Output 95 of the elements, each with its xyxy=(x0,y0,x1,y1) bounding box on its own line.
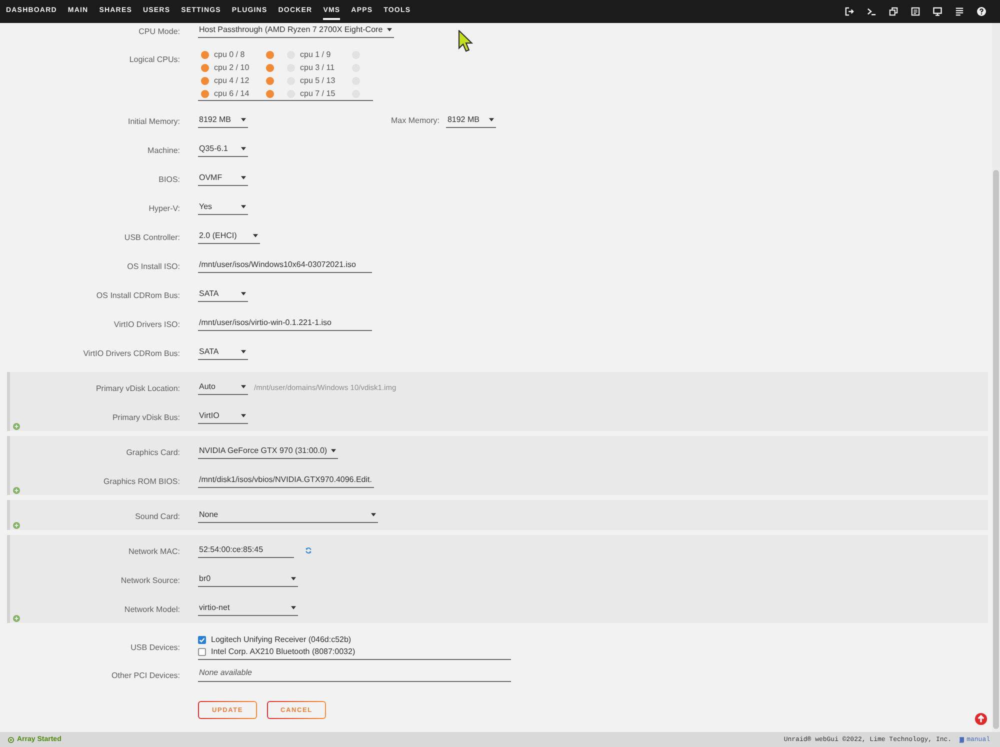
arrow-up-circle-icon[interactable] xyxy=(975,713,987,725)
dropdown[interactable]: None xyxy=(198,508,378,523)
field-label: Network Model: xyxy=(124,604,180,614)
cpu-label: cpu 5 / 13 xyxy=(300,76,336,86)
device-label: Logitech Unifying Receiver (046d:c52b) xyxy=(211,635,352,645)
dropdown[interactable]: Host Passthrough (AMD Ryzen 7 2700X Eight-Core xyxy=(198,23,394,38)
text-field[interactable]: 52:54:00:ce:85:45 xyxy=(198,543,294,558)
field-label: Logical CPUs: xyxy=(129,55,180,64)
field-label: Initial Memory: xyxy=(128,116,180,126)
cpu-checkbox[interactable] xyxy=(266,76,274,84)
field-label: BIOS: xyxy=(158,174,180,184)
plus-circle-icon[interactable] xyxy=(13,522,20,528)
caret-icon xyxy=(241,350,246,354)
list-lines-icon[interactable] xyxy=(955,7,964,16)
field-label: VirtIO Drivers CDRom Bus: xyxy=(83,348,180,358)
field-label: Graphics ROM BIOS: xyxy=(104,476,180,486)
caret-icon xyxy=(241,118,246,122)
dropdown[interactable]: OVMF xyxy=(198,171,248,186)
cpu-label: cpu 1 / 9 xyxy=(300,50,331,60)
plus-circle-icon[interactable] xyxy=(13,614,20,622)
device-label: Intel Corp. AX210 Bluetooth (8087:0032) xyxy=(211,647,356,657)
book-icon xyxy=(958,736,964,742)
field-label: OS Install CDRom Bus: xyxy=(96,290,180,300)
dropdown[interactable]: 8192 MB xyxy=(198,113,248,128)
caret-icon xyxy=(489,118,494,122)
field-label: VirtIO Drivers ISO: xyxy=(114,320,180,328)
cpu-checkbox[interactable] xyxy=(201,76,209,84)
cpu-label: cpu 0 / 8 xyxy=(214,50,245,60)
cpu-checkbox[interactable] xyxy=(266,50,274,58)
caret-icon xyxy=(241,414,246,418)
field-label: USB Controller: xyxy=(124,232,180,242)
play-circle-icon xyxy=(8,736,14,742)
caret-icon xyxy=(241,147,246,151)
terminal-icon[interactable] xyxy=(867,7,876,16)
field-label: OS Install ISO: xyxy=(127,262,180,270)
caret-icon xyxy=(241,385,246,389)
dropdown[interactable]: SATA xyxy=(198,345,248,360)
caret-icon xyxy=(241,292,246,296)
exit-arrow-icon[interactable] xyxy=(845,7,854,16)
text-field[interactable]: /mnt/user/isos/Windows10x64-03072021.iso xyxy=(198,258,372,273)
caret-icon xyxy=(386,28,392,32)
mouse-pointer-icon xyxy=(458,30,473,52)
field-label: Primary vDisk Bus: xyxy=(112,412,180,422)
field-label: USB Devices: xyxy=(130,643,180,652)
caret-icon xyxy=(253,234,258,238)
scrollbar-thumb[interactable] xyxy=(993,170,999,729)
cpu-checkbox[interactable] xyxy=(266,64,274,72)
dropdown[interactable]: Auto xyxy=(198,380,248,395)
refresh-icon[interactable] xyxy=(305,547,312,554)
cpu-label: cpu 7 / 15 xyxy=(300,88,336,98)
caret-icon xyxy=(291,577,296,581)
dropdown[interactable]: br0 xyxy=(198,572,298,587)
caret-icon xyxy=(331,449,336,453)
field-label: Max Memory: xyxy=(391,116,440,126)
field-label: Hyper-V: xyxy=(148,204,180,212)
dropdown[interactable]: SATA xyxy=(198,287,248,302)
dropdown[interactable]: Q35-6.1 xyxy=(198,142,248,157)
field-label: Graphics Card: xyxy=(126,448,180,456)
cpu-checkbox[interactable] xyxy=(201,64,209,72)
cpu-label: cpu 6 / 14 xyxy=(214,88,250,98)
field-label: Machine: xyxy=(148,146,180,154)
field-label: Sound Card: xyxy=(135,512,180,520)
dropdown[interactable]: VirtIO xyxy=(198,409,248,424)
caret-icon xyxy=(371,513,376,517)
dropdown[interactable]: Yes xyxy=(198,200,248,215)
field-label: Network Source: xyxy=(120,576,180,584)
field-label: Other PCI Devices: xyxy=(112,670,180,680)
caret-icon xyxy=(241,205,246,209)
text-field[interactable]: /mnt/disk1/isos/vbios/NVIDIA.GTX970.4096.Edit. xyxy=(198,473,374,488)
field-label: CPU Mode: xyxy=(138,26,180,36)
document-icon[interactable] xyxy=(911,7,920,16)
dropdown[interactable]: NVIDIA GeForce GTX 970 (31:00.0) xyxy=(198,444,338,459)
checkbox[interactable] xyxy=(198,648,206,656)
cpu-label: cpu 2 / 10 xyxy=(214,62,250,72)
field-label: Network MAC: xyxy=(128,546,180,556)
plus-circle-icon[interactable] xyxy=(13,486,20,494)
dropdown[interactable]: 2.0 (EHCI) xyxy=(198,229,260,244)
cpu-label: cpu 4 / 12 xyxy=(214,76,250,86)
cpu-checkbox[interactable] xyxy=(201,90,209,98)
field-label: Primary vDisk Location: xyxy=(96,384,180,392)
cpu-checkbox[interactable] xyxy=(266,90,274,98)
scrollbar[interactable] xyxy=(992,23,1000,732)
cpu-checkbox[interactable] xyxy=(201,50,209,58)
caret-icon xyxy=(241,176,246,180)
stacked-squares-icon[interactable] xyxy=(889,7,898,16)
checkbox[interactable] xyxy=(198,636,206,644)
help-icon[interactable] xyxy=(977,7,986,16)
device-field: None available xyxy=(198,667,511,682)
cpu-label: cpu 3 / 11 xyxy=(300,62,335,72)
dropdown[interactable]: virtio-net xyxy=(198,601,298,616)
caret-icon xyxy=(291,606,296,610)
monitor-icon[interactable] xyxy=(933,7,942,16)
plus-circle-icon[interactable] xyxy=(13,422,20,430)
text-field[interactable]: /mnt/user/isos/virtio-win-0.1.221-1.iso xyxy=(198,316,372,331)
dropdown[interactable]: 8192 MB xyxy=(446,113,496,128)
